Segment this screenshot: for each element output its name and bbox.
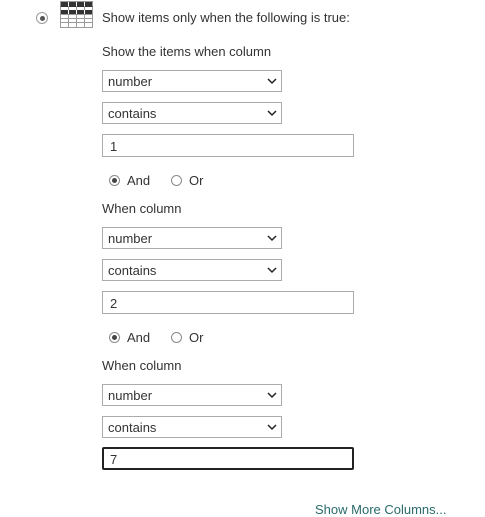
connector-1-or-label[interactable]: Or bbox=[189, 173, 203, 188]
condition-2-operator-value: contains bbox=[108, 263, 157, 278]
chevron-down-icon bbox=[267, 110, 277, 117]
condition-1-column-value: number bbox=[108, 74, 153, 89]
condition-2-heading: When column bbox=[102, 201, 182, 216]
condition-2-operator-select[interactable]: contains bbox=[102, 259, 282, 281]
connector-1-and-label[interactable]: And bbox=[127, 173, 150, 188]
condition-1-heading: Show the items when column bbox=[102, 44, 272, 59]
condition-3-column-value: number bbox=[108, 388, 153, 403]
condition-3-value-input[interactable]: 7 bbox=[102, 447, 354, 470]
connector-2-or-label[interactable]: Or bbox=[189, 330, 203, 345]
connector-2-and-radio[interactable] bbox=[109, 332, 120, 343]
condition-3-heading: When column bbox=[102, 358, 182, 373]
table-grid-icon bbox=[60, 1, 93, 28]
condition-3-operator-value: contains bbox=[108, 420, 157, 435]
connector-1-and-radio[interactable] bbox=[109, 175, 120, 186]
condition-1-column-select[interactable]: number bbox=[102, 70, 282, 92]
condition-1-value-input[interactable]: 1 bbox=[102, 134, 354, 157]
connector-2-and-label[interactable]: And bbox=[127, 330, 150, 345]
chevron-down-icon bbox=[267, 78, 277, 85]
condition-3-operator-select[interactable]: contains bbox=[102, 416, 282, 438]
connector-1-or-radio[interactable] bbox=[171, 175, 182, 186]
chevron-down-icon bbox=[267, 267, 277, 274]
chevron-down-icon bbox=[267, 424, 277, 431]
condition-3-value-text: 7 bbox=[110, 452, 118, 467]
condition-2-column-select[interactable]: number bbox=[102, 227, 282, 249]
condition-2-value-input[interactable]: 2 bbox=[102, 291, 354, 314]
filter-option-radio[interactable] bbox=[36, 12, 48, 24]
condition-3-column-select[interactable]: number bbox=[102, 384, 282, 406]
condition-1-operator-value: contains bbox=[108, 106, 157, 121]
connector-2-or-radio[interactable] bbox=[171, 332, 182, 343]
condition-2-value-text: 2 bbox=[110, 296, 118, 311]
condition-2-column-value: number bbox=[108, 231, 153, 246]
chevron-down-icon bbox=[267, 392, 277, 399]
condition-1-operator-select[interactable]: contains bbox=[102, 102, 282, 124]
filter-option-label: Show items only when the following is tr… bbox=[102, 10, 350, 25]
chevron-down-icon bbox=[267, 235, 277, 242]
condition-1-value-text: 1 bbox=[110, 139, 118, 154]
show-more-columns-link[interactable]: Show More Columns... bbox=[315, 502, 447, 517]
